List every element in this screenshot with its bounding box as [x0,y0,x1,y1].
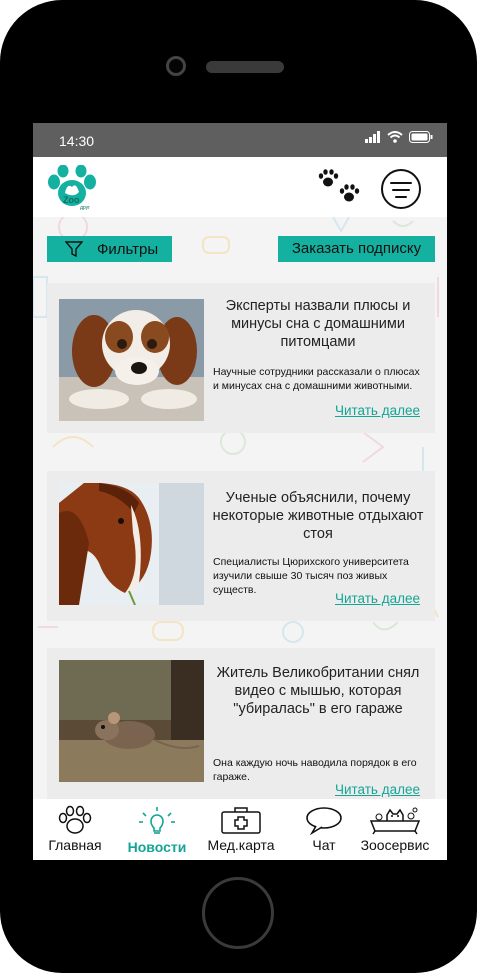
phone-frame: 14:30 Zoo друг Фильтры Заказать подписку… [0,0,477,973]
bottom-navigation: Главная Новости Мед.карта Чат Зоосервис [33,799,447,860]
news-card[interactable]: Ученые объяснили, почему некоторые живот… [47,471,435,621]
mouse-image [59,660,204,782]
lightbulb-icon [139,807,175,834]
nav-home[interactable]: Главная [45,805,105,853]
logo-text: Zoo [63,195,80,205]
zoo-logo[interactable]: Zoo друг [45,164,99,213]
logo-paw-icon [48,164,96,206]
dog-photo[interactable] [59,299,204,421]
logo-subtext: друг [80,205,90,211]
nav-home-label: Главная [48,837,102,853]
cat-bath-icon [369,807,421,835]
nav-chat[interactable]: Чат [301,805,347,853]
status-icons [365,131,433,143]
nav-zooservice-label: Зоосервис [360,837,430,853]
menu-button[interactable] [381,169,421,209]
chat-icon [306,807,342,835]
news-title[interactable]: Эксперты назвали плюсы и минусы сна с до… [212,297,424,351]
earpiece-speaker [206,61,284,73]
app-screen: 14:30 Zoo друг Фильтры Заказать подписку… [33,123,447,860]
news-card[interactable]: Эксперты назвали плюсы и минусы сна с до… [47,283,435,433]
status-time: 14:30 [59,133,95,149]
read-more-link[interactable]: Читать далее [335,782,420,797]
nav-medcard-label: Мед.карта [207,837,275,853]
paw-icon [58,805,92,834]
battery-icon [409,131,433,143]
read-more-link[interactable]: Читать далее [335,403,420,418]
news-title[interactable]: Житель Великобритании снял видео с мышью… [212,664,424,718]
medkit-icon [221,807,261,834]
nav-news[interactable]: Новости [121,805,193,855]
paws-icon [318,169,360,202]
horse-photo[interactable] [59,483,204,605]
news-description: Научные сотрудники рассказали о плюсах и… [213,366,420,392]
status-bar: 14:30 [33,123,447,157]
filter-icon [65,241,83,258]
menu-line [390,182,412,184]
filters-label: Фильтры [97,240,159,258]
mouse-photo[interactable] [59,660,204,782]
pets-button[interactable] [317,169,361,205]
home-button[interactable] [202,877,274,949]
dog-image [59,299,204,421]
menu-line [392,189,410,191]
menu-line [395,196,407,198]
nav-medcard[interactable]: Мед.карта [201,805,281,853]
news-feed[interactable]: Фильтры Заказать подписку Эксперты назва… [33,217,447,799]
nav-zooservice[interactable]: Зоосервис [353,805,437,853]
news-card[interactable]: Житель Великобритании снял видео с мышью… [47,648,435,799]
read-more-link[interactable]: Читать далее [335,591,420,606]
signal-icon [365,131,380,143]
front-camera [166,56,186,76]
app-header: Zoo друг [33,157,447,217]
horse-image [59,483,204,605]
nav-chat-label: Чат [312,837,336,853]
wifi-icon [387,131,403,143]
nav-news-label: Новости [127,839,187,855]
subscribe-button[interactable]: Заказать подписку [278,236,435,262]
filters-button[interactable]: Фильтры [47,236,172,262]
news-description: Она каждую ночь наводила порядок в его г… [213,757,417,783]
news-title[interactable]: Ученые объяснили, почему некоторые живот… [212,489,424,543]
